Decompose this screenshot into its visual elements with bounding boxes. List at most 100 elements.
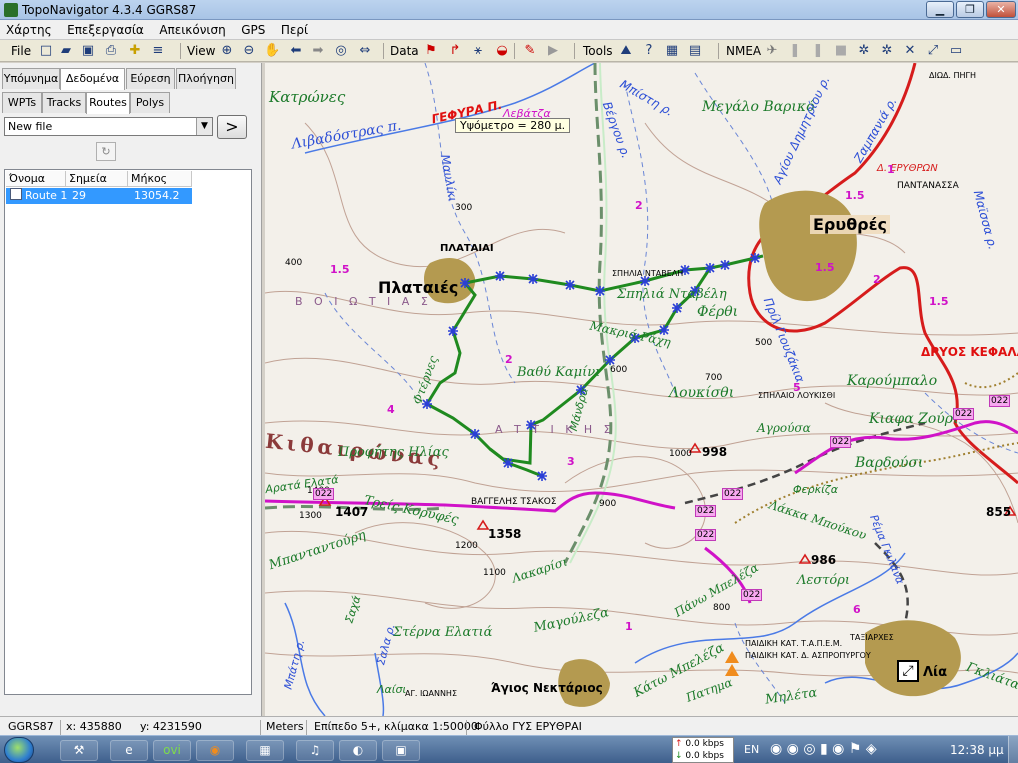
menu-bar: Χάρτης Επεξεργασία Απεικόνιση GPS Περί	[0, 20, 1018, 40]
tab-legend[interactable]: Υπόμνημα	[2, 68, 60, 89]
polygon-icon[interactable]: ◒	[494, 43, 510, 59]
table-icon[interactable]: ▤	[687, 43, 703, 59]
elevation-tooltip: Υψόμετρο = 280 μ.	[455, 118, 571, 133]
file-select[interactable]: New file ▼	[4, 117, 213, 136]
help-icon[interactable]: ?	[641, 43, 657, 59]
elevation-value: 700	[705, 373, 723, 383]
network-meter: ↑ 0.0 kbps ↓ 0.0 kbps	[672, 737, 734, 763]
clock[interactable]: 12:38 μμ	[950, 743, 1004, 757]
waypoint-flag-icon[interactable]: ⚑	[423, 43, 439, 59]
fullscreen-toggle-icon[interactable]: ⤢	[897, 660, 919, 682]
edit-pencil-icon[interactable]: ✎	[522, 43, 538, 59]
windows-start-icon[interactable]	[4, 737, 34, 763]
status-divider	[466, 720, 467, 736]
map-label: Ερυθρές	[810, 215, 891, 234]
menu-about[interactable]: Περί	[275, 20, 314, 37]
new-file-icon[interactable]: □	[38, 43, 54, 59]
column-header-length[interactable]: Μήκος	[128, 171, 192, 187]
tab-routes[interactable]: Routes	[86, 92, 130, 114]
tab-tracks[interactable]: Tracks	[42, 92, 86, 113]
map-label: Μεγάλο Βαρικό	[702, 99, 815, 115]
open-folder-icon[interactable]: ▰	[58, 43, 74, 59]
collapse-icon[interactable]: ✕	[902, 43, 918, 59]
tray-icons[interactable]: ◉ ◉ ◎ ▮ ◉ ⚑ ◈	[770, 741, 877, 757]
pan-hand-icon[interactable]: ✋	[264, 43, 280, 59]
stream	[694, 72, 776, 214]
pause-icon[interactable]: ❚	[787, 43, 803, 59]
network-icon[interactable]: ◐	[339, 740, 377, 761]
stop-icon[interactable]: ■	[833, 43, 849, 59]
satellite-icon[interactable]: ✈	[764, 43, 780, 59]
map-label: Άγιος Νεκτάριος	[491, 681, 603, 695]
maps-icon[interactable]: ▣	[382, 740, 420, 761]
tab-polys[interactable]: Polys	[130, 92, 170, 113]
itunes-icon[interactable]: ♫	[296, 740, 334, 761]
zoom-in-icon[interactable]: ⊕	[219, 43, 235, 59]
track-icon[interactable]: ↱	[447, 43, 463, 59]
firefox-icon[interactable]: ◉	[196, 740, 234, 761]
grid-icon[interactable]: ▦	[664, 43, 680, 59]
menu-map[interactable]: Χάρτης	[0, 20, 58, 37]
settlement-lia	[865, 620, 961, 697]
play-icon[interactable]: ▶	[545, 43, 561, 59]
show-desktop-button[interactable]	[1008, 736, 1018, 763]
elevation-value: 1000	[669, 449, 692, 459]
tab-search[interactable]: Εύρεση	[126, 68, 175, 89]
minimize-button[interactable]: ▁	[926, 1, 954, 18]
maximize-button[interactable]: ❐	[956, 1, 984, 18]
forward-arrow-icon[interactable]: ➡	[310, 43, 326, 59]
zoom-out-icon[interactable]: ⊖	[241, 43, 257, 59]
road-code-badge: 022	[989, 395, 1011, 407]
print-icon[interactable]: ⎙	[103, 43, 119, 59]
slope-value: 4	[387, 403, 395, 416]
fullscreen-icon[interactable]: ⤢	[925, 43, 941, 59]
elevation-value: 300	[455, 203, 473, 213]
tab-data[interactable]: Δεδομένα	[60, 68, 125, 90]
record-pause-icon[interactable]: ❚	[810, 43, 826, 59]
slope-value: 1.5	[815, 261, 835, 274]
language-indicator[interactable]: EN	[744, 743, 759, 756]
back-arrow-icon[interactable]: ⬅	[288, 43, 304, 59]
save-icon[interactable]: ▣	[80, 43, 96, 59]
file-label: File	[11, 44, 32, 58]
app-icon[interactable]: ▦	[246, 740, 284, 761]
road-code-badge: 022	[830, 436, 852, 448]
menu-view[interactable]: Απεικόνιση	[153, 20, 231, 37]
status-divider	[60, 720, 61, 736]
chevron-down-icon[interactable]: ▼	[196, 118, 212, 135]
status-datum: GGRS87	[8, 720, 54, 733]
route-points: 29	[72, 189, 86, 202]
go-button[interactable]: >	[217, 115, 247, 139]
route-waypoint	[503, 458, 513, 468]
tab-wpts[interactable]: WPTs	[2, 92, 42, 113]
toponavigator-taskbar-icon[interactable]: ⚒	[60, 740, 98, 761]
elevation-profile-icon[interactable]: ⛰	[618, 43, 634, 59]
center-icon[interactable]: ◎	[333, 43, 349, 59]
route-waypoint	[565, 280, 575, 290]
window-icon[interactable]: ▭	[948, 43, 964, 59]
slope-value: 6	[853, 603, 861, 616]
ovi-icon[interactable]: ovi	[153, 740, 191, 761]
close-button[interactable]: ✕	[986, 1, 1016, 18]
gps-track-icon[interactable]: ✲	[879, 43, 895, 59]
distance-icon[interactable]: ⇔	[357, 43, 373, 59]
road-code-badge: 022	[722, 488, 744, 500]
menu-edit[interactable]: Επεξεργασία	[61, 20, 150, 37]
column-header-points[interactable]: Σημεία	[66, 171, 128, 187]
map-view[interactable]: Υψόμετρο = 280 μ. Κατρώνες Λιβαδόστρας π…	[265, 63, 1018, 716]
gps-fix-icon[interactable]: ✲	[856, 43, 872, 59]
add-waypoint-icon[interactable]: ✚	[127, 43, 143, 59]
table-row[interactable]: Route 1 29 13054.2	[6, 188, 192, 204]
column-header-name[interactable]: Όνομα	[6, 171, 66, 187]
title-bar: TopoNavigator 4.3.4 GGRS87 ▁ ❐ ✕	[0, 0, 1018, 20]
elevation-value: 1100	[483, 568, 506, 578]
refresh-icon[interactable]: ↻	[96, 142, 116, 161]
internet-explorer-icon[interactable]: e	[110, 740, 148, 761]
tab-navigation[interactable]: Πλοήγηση	[176, 68, 236, 89]
route-waypoint	[750, 253, 760, 263]
menu-gps[interactable]: GPS	[235, 20, 271, 37]
route-icon[interactable]: ⚹	[470, 43, 486, 59]
layers-icon[interactable]: ≡	[150, 43, 166, 59]
route-visible-checkbox[interactable]	[10, 188, 22, 200]
elevation-value: 400	[285, 258, 303, 268]
